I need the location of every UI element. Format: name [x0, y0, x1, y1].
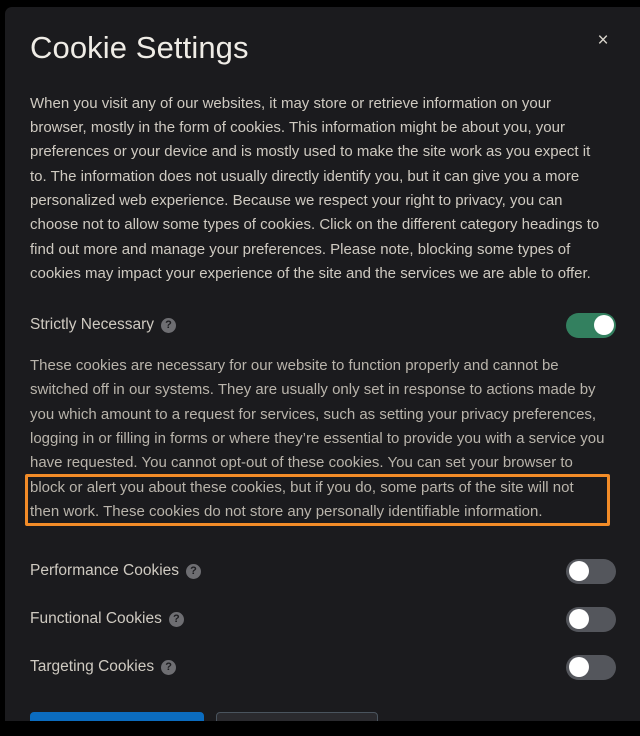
- toggle-functional[interactable]: [566, 606, 616, 632]
- category-row-performance: Performance Cookies ?: [30, 556, 618, 586]
- category-label-functional: Functional Cookies: [30, 610, 162, 628]
- help-icon-performance[interactable]: ?: [186, 563, 202, 579]
- cancel-button[interactable]: Cancel: [390, 714, 457, 721]
- toggle-knob: [593, 315, 614, 336]
- help-icon-functional[interactable]: ?: [168, 611, 184, 627]
- toggle-strictly-necessary[interactable]: [566, 312, 616, 338]
- dialog-inner: × Cookie Settings When you visit any of …: [5, 7, 640, 721]
- help-icon-strictly-necessary[interactable]: ?: [161, 317, 177, 333]
- category-label-group-strictly-necessary: Strictly Necessary ?: [30, 316, 177, 334]
- page-title: Cookie Settings: [30, 30, 249, 65]
- category-description-strictly-necessary: These cookies are necessary for our webs…: [30, 357, 605, 520]
- help-icon-targeting[interactable]: ?: [161, 659, 177, 675]
- category-label-group-performance: Performance Cookies ?: [30, 562, 202, 580]
- category-label-group-functional: Functional Cookies ?: [30, 611, 184, 627]
- cookie-settings-dialog: × Cookie Settings When you visit any of …: [5, 7, 640, 721]
- close-icon[interactable]: ×: [588, 25, 618, 55]
- accept-all-cookies-button[interactable]: Accept all cookies: [215, 712, 378, 721]
- toggle-targeting[interactable]: [566, 654, 616, 680]
- category-label-group-targeting: Targeting Cookies ?: [30, 658, 177, 676]
- category-label-strictly-necessary: Strictly Necessary: [30, 316, 155, 334]
- dialog-footer: Confirm my choices Accept all cookies Ca…: [30, 682, 618, 721]
- confirm-my-choices-button[interactable]: Confirm my choices: [30, 712, 204, 721]
- toggle-knob: [568, 561, 589, 582]
- intro-paragraph: When you visit any of our websites, it m…: [30, 94, 600, 282]
- toggle-performance[interactable]: [566, 558, 616, 584]
- category-row-functional: Functional Cookies ?: [30, 604, 618, 634]
- category-label-performance: Performance Cookies: [30, 562, 180, 580]
- category-label-targeting: Targeting Cookies: [30, 658, 155, 676]
- toggle-knob: [568, 657, 589, 678]
- category-row-targeting: Targeting Cookies ?: [30, 652, 618, 682]
- category-row-strictly-necessary: Strictly Necessary ?: [30, 310, 618, 340]
- toggle-knob: [568, 609, 589, 630]
